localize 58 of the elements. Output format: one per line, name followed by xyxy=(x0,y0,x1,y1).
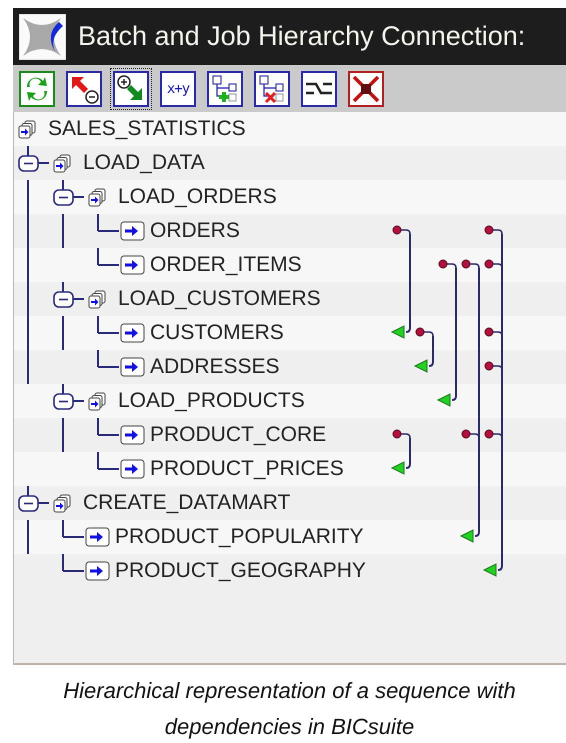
job-icon xyxy=(120,322,145,344)
batch-icon xyxy=(18,120,37,138)
tree-connector xyxy=(62,520,84,538)
tree-row[interactable]: CUSTOMERS xyxy=(14,316,566,350)
tree-item[interactable]: PRODUCT_POPULARITY xyxy=(115,525,364,549)
job-icon xyxy=(120,220,145,242)
tree-item[interactable]: LOAD_PRODUCTS xyxy=(118,389,305,413)
job-icon xyxy=(120,458,145,480)
tree-connector xyxy=(97,214,119,232)
batch-icon xyxy=(53,154,72,172)
tree-item[interactable]: PRODUCT_PRICES xyxy=(150,457,344,481)
tree-item[interactable]: ORDERS xyxy=(150,219,240,243)
tree-line xyxy=(62,214,64,248)
tree-row[interactable]: LOAD_PRODUCTS xyxy=(14,384,566,418)
dependency-connector xyxy=(390,430,411,475)
collapse-toggle[interactable] xyxy=(18,495,39,512)
job-icon xyxy=(85,560,110,582)
tree-connector xyxy=(62,554,84,572)
tree-item[interactable]: LOAD_CUSTOMERS xyxy=(118,287,321,311)
tree-item[interactable]: CUSTOMERS xyxy=(150,321,284,345)
batch-icon xyxy=(88,392,107,410)
tree-item[interactable]: ADDRESSES xyxy=(150,355,280,379)
job-icon xyxy=(120,424,145,446)
tree-row[interactable]: PRODUCT_PRICES xyxy=(14,452,566,486)
tree-line xyxy=(62,418,64,452)
tree-item[interactable]: LOAD_DATA xyxy=(83,151,205,175)
tree-line xyxy=(27,520,29,554)
tree-row[interactable]: LOAD_ORDERS xyxy=(14,180,566,214)
figure-caption: Hierarchical representation of a sequence with dependencies in BICsuite xyxy=(62,677,517,741)
tree-connector xyxy=(97,350,119,368)
expand-button[interactable] xyxy=(110,68,152,110)
collapse-toggle[interactable] xyxy=(53,291,74,308)
dependency-connector xyxy=(414,328,434,373)
collapse-toggle[interactable] xyxy=(18,155,39,172)
job-icon xyxy=(120,356,145,378)
window-title: Batch and Job Hierarchy Connection: xyxy=(78,21,526,52)
tree-item[interactable]: CREATE_DATAMART xyxy=(83,491,290,515)
tree-connector xyxy=(97,248,119,266)
app-logo-icon xyxy=(19,14,66,60)
tree-item[interactable]: ORDER_ITEMS xyxy=(150,253,302,277)
tree-connector xyxy=(97,418,119,436)
tree-item[interactable]: SALES_STATISTICS xyxy=(48,117,246,141)
batch-icon xyxy=(88,188,107,206)
collapse-toggle[interactable] xyxy=(53,393,74,410)
tree-item[interactable]: LOAD_ORDERS xyxy=(118,185,277,209)
tree-connector xyxy=(97,316,119,334)
tree-item[interactable]: PRODUCT_GEOGRAPHY xyxy=(115,559,366,583)
batch-icon xyxy=(88,290,107,308)
tree-row[interactable]: SALES_STATISTICS xyxy=(14,112,566,146)
job-icon xyxy=(85,526,110,548)
collapse-toggle[interactable] xyxy=(53,189,74,206)
tree-row[interactable]: ORDER_ITEMS xyxy=(14,248,566,282)
job-icon xyxy=(120,254,145,276)
tree-item[interactable]: PRODUCT_CORE xyxy=(150,423,326,447)
tree-row[interactable]: PRODUCT_POPULARITY xyxy=(14,520,566,554)
tree-line xyxy=(62,316,64,350)
batch-icon xyxy=(53,494,72,512)
tree-connector xyxy=(97,452,119,470)
